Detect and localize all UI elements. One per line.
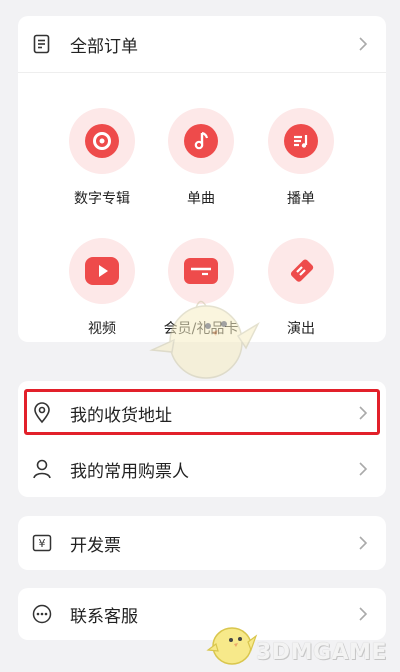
ticket-buyers-label: 我的常用购票人 (70, 461, 189, 482)
chevron-right-icon (359, 607, 368, 621)
all-orders-label: 全部订单 (70, 36, 138, 57)
chevron-right-icon (359, 536, 368, 550)
card-icon (184, 258, 218, 284)
watermark-logo-mascot (206, 627, 258, 665)
grid-label: 播单 (287, 191, 315, 207)
grid-item-digital-album[interactable]: 数字专辑 (52, 108, 152, 208)
order-list-icon (32, 34, 52, 54)
watermark-mascot (149, 300, 260, 379)
chevron-right-icon (359, 462, 368, 476)
highlight-box (24, 389, 380, 435)
grid-label: 演出 (287, 321, 315, 337)
svg-text:¥: ¥ (39, 537, 46, 550)
grid-item-playlist[interactable]: 播单 (251, 108, 351, 208)
chevron-right-icon (359, 37, 368, 51)
playlist-icon (284, 124, 318, 158)
invoice-yen-icon: ¥ (32, 533, 52, 553)
grid-item-video[interactable]: 视频 (52, 238, 152, 338)
ticket-icon (284, 254, 318, 288)
person-icon (32, 459, 52, 479)
watermark-text: 3DMGAME (256, 640, 387, 665)
play-video-icon (85, 257, 119, 285)
divider (18, 72, 386, 73)
ticket-buyers-row[interactable]: 我的常用购票人 (18, 441, 386, 497)
all-orders-row[interactable]: 全部订单 (18, 16, 386, 72)
grid-label: 数字专辑 (74, 191, 130, 207)
disc-icon (85, 124, 119, 158)
music-note-icon (184, 124, 218, 158)
customer-service-row[interactable]: 联系客服 (18, 588, 386, 640)
invoice-row[interactable]: ¥ 开发票 (18, 516, 386, 570)
grid-label: 单曲 (187, 191, 215, 207)
grid-label: 视频 (88, 321, 116, 337)
grid-item-performance[interactable]: 演出 (251, 238, 351, 338)
service-card: 联系客服 (18, 588, 386, 640)
invoice-card: ¥ 开发票 (18, 516, 386, 570)
grid-item-single[interactable]: 单曲 (151, 108, 251, 208)
invoice-label: 开发票 (70, 535, 121, 556)
customer-service-label: 联系客服 (70, 606, 138, 627)
chat-dots-icon (32, 604, 52, 624)
